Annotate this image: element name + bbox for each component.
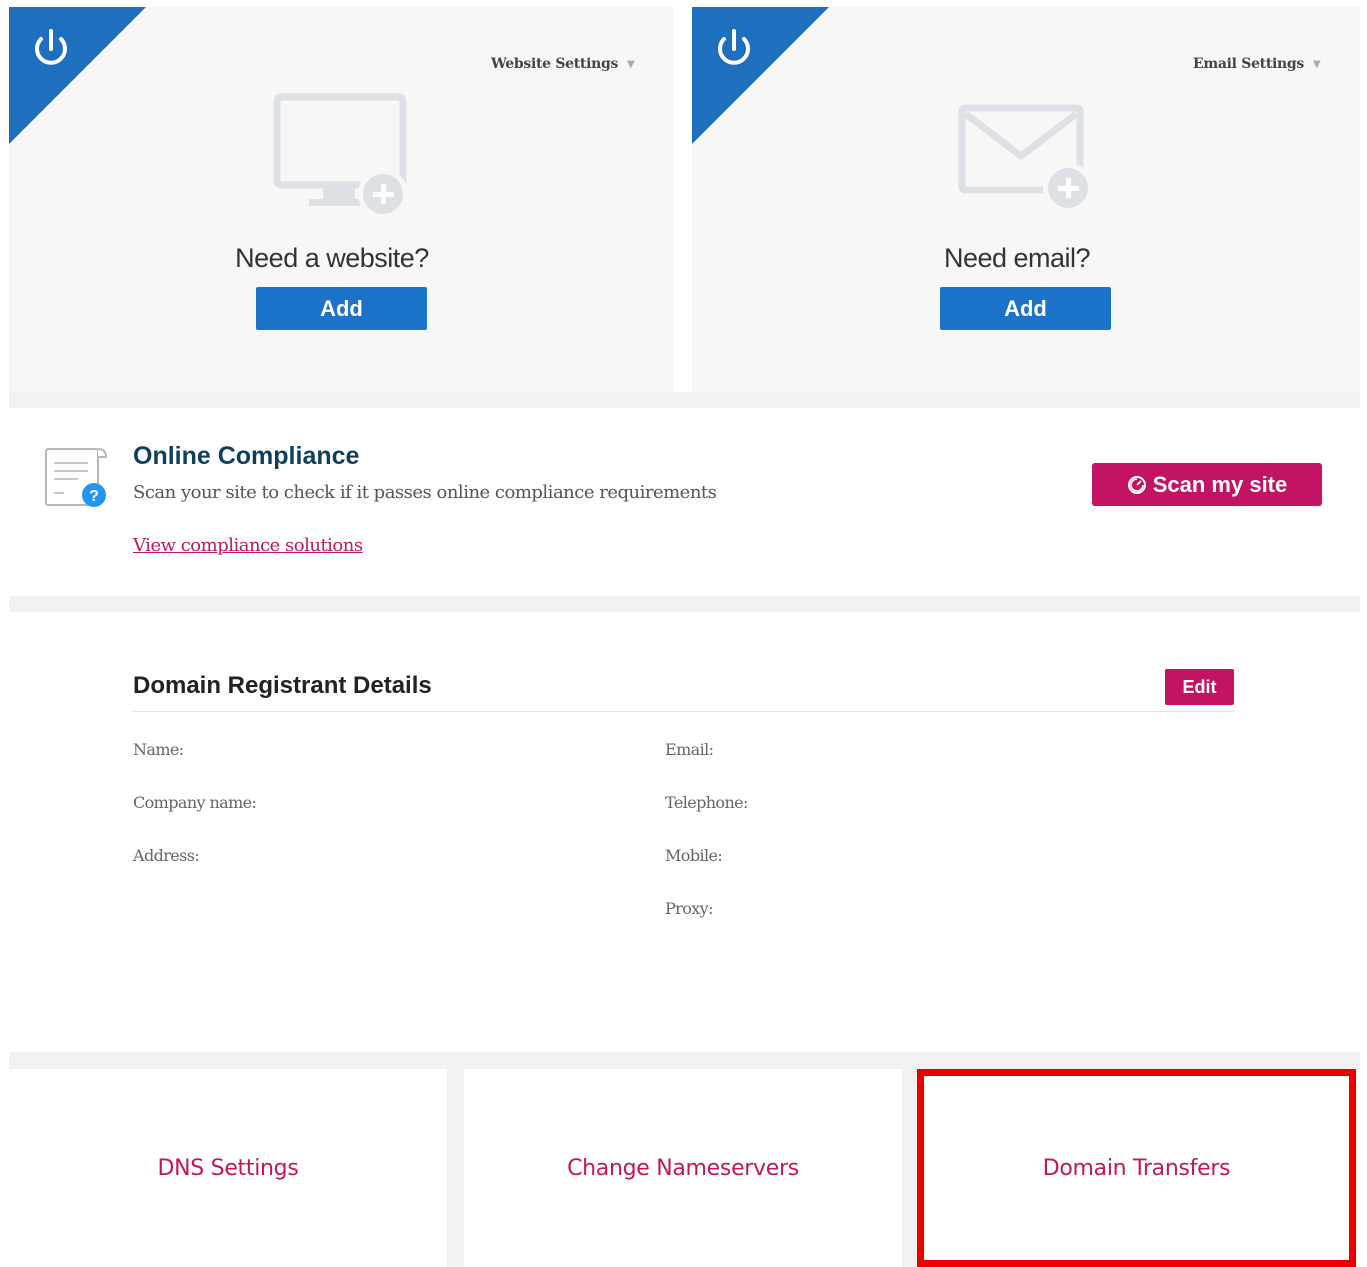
- chevron-down-icon: ▼: [1313, 58, 1321, 70]
- registrant-title: Domain Registrant Details: [133, 672, 432, 699]
- scan-my-site-button[interactable]: Scan my site: [1092, 463, 1322, 506]
- add-website-button[interactable]: Add: [256, 287, 427, 330]
- address-label: Address:: [133, 846, 200, 865]
- envelope-add-icon: [958, 104, 1093, 213]
- scan-label: Scan my site: [1152, 471, 1288, 497]
- email-settings-dropdown[interactable]: Email Settings ▼: [1193, 56, 1321, 72]
- domain-transfers-label: Domain Transfers: [1042, 1155, 1231, 1181]
- add-email-button[interactable]: Add: [940, 287, 1111, 330]
- svg-text:?: ?: [89, 488, 99, 505]
- compliance-description: Scan your site to check if it passes onl…: [133, 482, 717, 503]
- view-compliance-solutions-link[interactable]: View compliance solutions: [133, 535, 363, 556]
- compliance-title: Online Compliance: [133, 442, 360, 470]
- email-label: Email:: [665, 740, 714, 759]
- website-settings-label: Website Settings: [491, 56, 619, 72]
- section-divider: [9, 596, 1360, 612]
- online-compliance-panel: ? Online Compliance Scan your site to ch…: [9, 408, 1360, 596]
- domain-registrant-panel: Domain Registrant Details Edit Name: Com…: [9, 612, 1360, 1052]
- change-nameservers-label: Change Nameservers: [567, 1155, 799, 1181]
- section-divider: [9, 392, 1360, 408]
- proxy-label: Proxy:: [665, 899, 714, 918]
- monitor-add-icon: [273, 93, 408, 219]
- dns-settings-tile[interactable]: DNS Settings: [9, 1069, 447, 1267]
- website-card: Website Settings ▼ Need a website? Add: [9, 7, 673, 392]
- name-label: Name:: [133, 740, 184, 759]
- compliance-document-icon: ?: [45, 448, 108, 507]
- tile-gap: [447, 1069, 464, 1267]
- power-icon[interactable]: [710, 25, 758, 73]
- email-settings-label: Email Settings: [1193, 56, 1304, 72]
- mobile-label: Mobile:: [665, 846, 723, 865]
- email-card: Email Settings ▼ Need email? Add: [692, 7, 1360, 392]
- change-nameservers-tile[interactable]: Change Nameservers: [464, 1069, 902, 1267]
- scan-icon: [1127, 475, 1146, 494]
- divider: [133, 711, 1234, 712]
- telephone-label: Telephone:: [665, 793, 748, 812]
- chevron-down-icon: ▼: [627, 58, 635, 70]
- website-prompt: Need a website?: [235, 243, 429, 273]
- section-divider: [9, 1052, 1360, 1069]
- email-prompt: Need email?: [943, 243, 1091, 273]
- edit-button[interactable]: Edit: [1165, 669, 1234, 705]
- website-settings-dropdown[interactable]: Website Settings ▼: [491, 56, 635, 72]
- company-name-label: Company name:: [133, 793, 257, 812]
- power-icon[interactable]: [27, 25, 75, 73]
- dns-settings-label: DNS Settings: [157, 1155, 299, 1181]
- domain-transfers-tile[interactable]: Domain Transfers: [917, 1069, 1356, 1267]
- tile-gap: [902, 1069, 917, 1267]
